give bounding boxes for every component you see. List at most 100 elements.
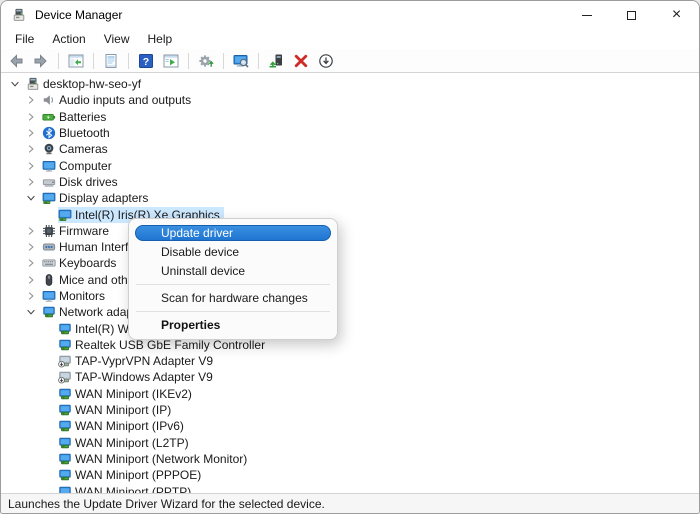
tree-item-disk-drives[interactable]: Disk drives xyxy=(1,174,699,190)
tree-item-keyboards[interactable]: Keyboards xyxy=(1,255,699,271)
tree-item-display-adapters[interactable]: Display adapters xyxy=(1,190,699,206)
tree-item-label: Keyboards xyxy=(59,255,118,271)
tree-item-content: desktop-hw-seo-yf xyxy=(26,76,145,92)
maximize-button[interactable] xyxy=(609,1,654,29)
hid-icon xyxy=(42,240,59,254)
tree-item-label: Disk drives xyxy=(59,174,120,190)
tree-item-label: WAN Miniport (PPTP) xyxy=(75,484,193,493)
tree-item-wan-miniport-network-monitor[interactable]: WAN Miniport (Network Monitor) xyxy=(1,451,699,467)
uninstall-device-button[interactable] xyxy=(290,51,312,71)
close-icon: × xyxy=(672,7,681,23)
tree-item-content: Firmware xyxy=(42,223,113,239)
tree-item-content: Intel(R) Wi xyxy=(58,321,136,337)
back-button[interactable] xyxy=(5,51,27,71)
tree-item-content: TAP-Windows Adapter V9 xyxy=(58,369,217,385)
network-disabled-icon xyxy=(58,370,75,384)
forward-button[interactable] xyxy=(30,51,52,71)
tree-item-wan-miniport-pptp[interactable]: WAN Miniport (PPTP) xyxy=(1,483,699,493)
chevron-right-icon[interactable] xyxy=(23,257,42,269)
chevron-down-icon[interactable] xyxy=(7,78,26,90)
context-menu-item-scan-for-hardware-changes[interactable]: Scan for hardware changes xyxy=(135,289,331,308)
export-list-button[interactable] xyxy=(160,51,182,71)
tree-item-label: Bluetooth xyxy=(59,125,112,141)
context-menu-item-properties[interactable]: Properties xyxy=(135,316,331,335)
tree-item-tap-windows-adapter-v9[interactable]: TAP-Windows Adapter V9 xyxy=(1,369,699,385)
tree-item-intel-r-iris-r-xe-graphics[interactable]: Intel(R) Iris(R) Xe Graphics xyxy=(1,206,699,222)
menu-view[interactable]: View xyxy=(95,30,139,48)
chevron-right-icon[interactable] xyxy=(23,94,42,106)
chevron-right-icon[interactable] xyxy=(23,241,42,253)
chevron-right-icon[interactable] xyxy=(23,143,42,155)
tree-item-wan-miniport-ipv6[interactable]: WAN Miniport (IPv6) xyxy=(1,418,699,434)
context-menu-separator xyxy=(136,284,330,285)
disable-device-button[interactable] xyxy=(315,51,337,71)
minimize-button[interactable] xyxy=(564,1,609,29)
menu-action[interactable]: Action xyxy=(43,30,94,48)
tree-item-firmware[interactable]: Firmware xyxy=(1,223,699,239)
search-devices-button[interactable] xyxy=(230,51,252,71)
tree-item-content: Disk drives xyxy=(42,174,122,190)
svg-text:?: ? xyxy=(143,56,149,68)
chevron-right-icon[interactable] xyxy=(23,160,42,172)
tree-item-audio-inputs-and-outputs[interactable]: Audio inputs and outputs xyxy=(1,92,699,108)
firmware-chip-icon xyxy=(42,224,59,238)
help-button[interactable]: ? xyxy=(135,51,157,71)
network-icon xyxy=(58,387,75,401)
tree-item-cameras[interactable]: Cameras xyxy=(1,141,699,157)
back-arrow-icon xyxy=(8,53,24,69)
update-driver-button[interactable] xyxy=(265,51,287,71)
network-icon xyxy=(58,468,75,482)
chevron-right-icon[interactable] xyxy=(23,225,42,237)
window-title: Device Manager xyxy=(35,8,122,22)
tree-item-wan-miniport-ikev2[interactable]: WAN Miniport (IKEv2) xyxy=(1,386,699,402)
context-menu-item-update-driver[interactable]: Update driver xyxy=(135,225,331,241)
tree-item-monitors[interactable]: Monitors xyxy=(1,288,699,304)
context-menu-item-disable-device[interactable]: Disable device xyxy=(135,243,331,262)
tree-item-label: Computer xyxy=(59,158,114,174)
tree-item-content: TAP-VyprVPN Adapter V9 xyxy=(58,353,217,369)
tree-item-realtek-usb-gbe-family-controller[interactable]: Realtek USB GbE Family Controller xyxy=(1,337,699,353)
tree-item-wan-miniport-l2tp[interactable]: WAN Miniport (L2TP) xyxy=(1,435,699,451)
tree-item-label: Audio inputs and outputs xyxy=(59,92,193,108)
chevron-right-icon[interactable] xyxy=(23,290,42,302)
tree-item-batteries[interactable]: Batteries xyxy=(1,109,699,125)
show-hide-console-tree-button[interactable] xyxy=(65,51,87,71)
computer-icon xyxy=(42,159,59,173)
chevron-right-icon[interactable] xyxy=(23,176,42,188)
tree-item-wan-miniport-ip[interactable]: WAN Miniport (IP) xyxy=(1,402,699,418)
chevron-down-icon[interactable] xyxy=(23,192,42,204)
tree-item-human-interface-devices[interactable]: Human Interface Devices xyxy=(1,239,699,255)
status-bar: Launches the Update Driver Wizard for th… xyxy=(1,493,699,513)
audio-icon xyxy=(42,93,59,107)
tree-item-label: desktop-hw-seo-yf xyxy=(43,76,143,92)
tree-item-mice-and-other-pointing-devices[interactable]: Mice and other pointing devices xyxy=(1,272,699,288)
network-icon xyxy=(58,419,75,433)
display-adapter-icon xyxy=(58,208,75,222)
tree-item-computer[interactable]: Computer xyxy=(1,157,699,173)
network-icon xyxy=(58,338,75,352)
tree-item-content: Keyboards xyxy=(42,255,120,271)
tree-item-label: Batteries xyxy=(59,109,108,125)
menu-file[interactable]: File xyxy=(6,30,43,48)
chevron-right-icon[interactable] xyxy=(23,111,42,123)
close-button[interactable]: × xyxy=(654,1,699,29)
context-menu-item-uninstall-device[interactable]: Uninstall device xyxy=(135,262,331,281)
tree-item-network-adapters[interactable]: Network adapters xyxy=(1,304,699,320)
tree-item-label: Monitors xyxy=(59,288,107,304)
tree-item-wan-miniport-pppoe[interactable]: WAN Miniport (PPPOE) xyxy=(1,467,699,483)
tree-item-desktop-hw-seo-yf[interactable]: desktop-hw-seo-yf xyxy=(1,76,699,92)
chevron-right-icon[interactable] xyxy=(23,274,42,286)
tree-item-intel-r-wi[interactable]: Intel(R) Wi xyxy=(1,320,699,336)
properties-button[interactable] xyxy=(100,51,122,71)
tree-item-content: WAN Miniport (IPv6) xyxy=(58,418,188,434)
battery-icon xyxy=(42,110,59,124)
toolbar-separator xyxy=(58,53,59,69)
tree-item-content: WAN Miniport (Network Monitor) xyxy=(58,451,251,467)
scan-for-hardware-changes-button[interactable] xyxy=(195,51,217,71)
chevron-down-icon[interactable] xyxy=(23,306,42,318)
tree-item-bluetooth[interactable]: Bluetooth xyxy=(1,125,699,141)
menu-help[interactable]: Help xyxy=(139,30,182,48)
tree-item-tap-vyprvpn-adapter-v9[interactable]: TAP-VyprVPN Adapter V9 xyxy=(1,353,699,369)
tree-item-content: Display adapters xyxy=(42,190,152,206)
chevron-right-icon[interactable] xyxy=(23,127,42,139)
